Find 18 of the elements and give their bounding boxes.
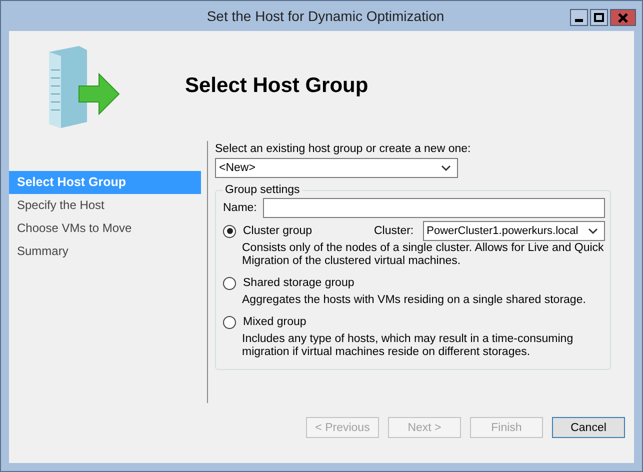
wizard-button[interactable]: Cancel xyxy=(552,417,625,438)
option-description: Includes any type of hosts, which may result in a time-consuming migration if virtual machines reside on different storages. xyxy=(242,333,574,359)
wizard-step[interactable]: Specify the Host xyxy=(9,194,201,217)
window-title: Set the Host for Dynamic Optimization xyxy=(206,8,444,24)
option-label: Mixed group xyxy=(243,316,308,328)
wizard-step[interactable]: Choose VMs to Move xyxy=(9,217,201,240)
option-label: Cluster group xyxy=(243,225,314,237)
option-description: Aggregates the hosts with VMs residing on a single shared storage. xyxy=(242,294,587,307)
page-title: Select Host Group xyxy=(185,74,368,98)
cluster-dropdown[interactable]: PowerCluster1.powerkurs.local xyxy=(422,221,605,241)
wizard-step[interactable]: Summary xyxy=(9,240,201,263)
option-label: Shared storage group xyxy=(243,277,356,289)
name-label: Name: xyxy=(223,202,257,214)
option-description: Consists only of the nodes of a single cluster. Allows for Live and Quick Migration of the clustered virtual machines. xyxy=(242,242,605,268)
host-group-label: Select an existing host group or create a new one: xyxy=(215,143,472,155)
cluster-label: Cluster: xyxy=(374,225,414,237)
host-group-dropdown[interactable]: <New> xyxy=(215,158,458,178)
group-settings-legend: Group settings xyxy=(223,184,302,196)
